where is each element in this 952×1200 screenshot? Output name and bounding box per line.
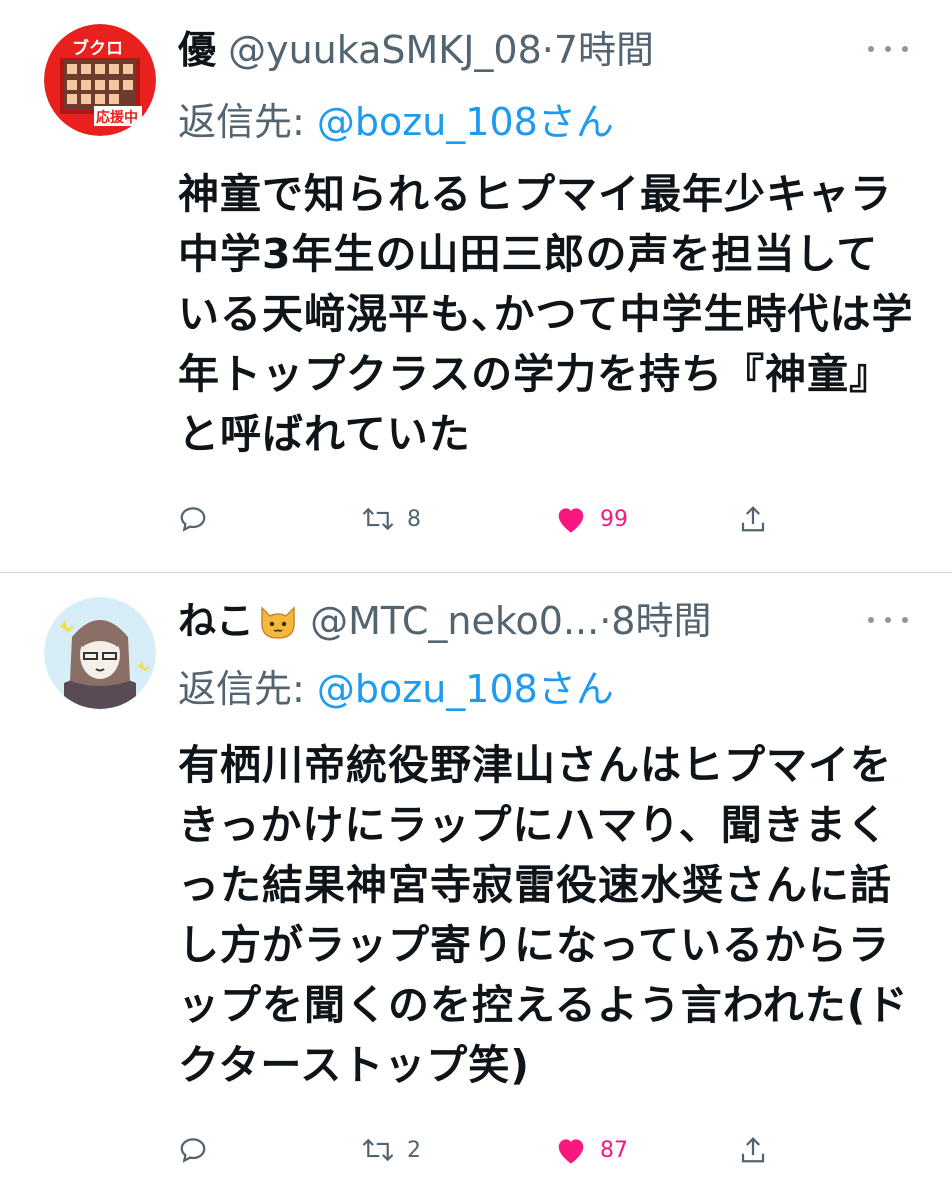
user-handle[interactable]: @MTC_neko0... (310, 599, 599, 643)
reply-context: 返信先: @bozu_108さん (178, 659, 614, 719)
reply-button[interactable] (178, 497, 208, 541)
heart-icon (558, 508, 584, 533)
timestamp[interactable]: 7時間 (554, 28, 654, 72)
retweet-icon (362, 507, 394, 531)
display-name[interactable]: 優 (178, 28, 216, 72)
tweet-text: 神童で知られるヒプマイ最年少キャラ中学3年生の山田三郎の声を担当している天﨑滉平… (178, 170, 914, 458)
timestamp[interactable]: 8時間 (611, 599, 711, 643)
more-icon[interactable] (868, 34, 908, 64)
retweet-button[interactable]: 8 (361, 497, 421, 541)
reply-icon (180, 507, 206, 532)
tweet-text: 有栖川帝統役野津山さんはヒプマイをきっかけにラップにハマり、聞きまくった結果神宮… (178, 741, 909, 1089)
share-button[interactable] (738, 1128, 768, 1172)
tweet-1[interactable]: ブクロ 応援中 優 @yuukaSMKJ_08·7時間 返信先: @bozu_1… (0, 0, 952, 572)
retweet-count: 8 (407, 506, 421, 532)
like-button[interactable]: 99 (554, 497, 628, 541)
share-icon (741, 1137, 765, 1163)
avatar[interactable]: ブクロ 応援中 (44, 24, 156, 136)
reply-prefix: 返信先: (178, 100, 317, 144)
reply-icon (180, 1138, 206, 1163)
reply-mention-link[interactable]: @bozu_108さん (317, 100, 614, 144)
tweet-header: 優 @yuukaSMKJ_08·7時間 (178, 22, 892, 78)
separator-dot: · (541, 28, 554, 72)
reply-context: 返信先: @bozu_108さん (178, 92, 614, 152)
reply-mention-link[interactable]: @bozu_108さん (317, 667, 614, 711)
like-button[interactable]: 87 (554, 1128, 628, 1172)
like-count: 87 (600, 1137, 628, 1163)
avatar[interactable] (44, 597, 156, 709)
tweet-actions: 2 87 (178, 1128, 918, 1172)
like-count: 99 (600, 506, 628, 532)
reply-button[interactable] (178, 1128, 208, 1172)
share-icon (741, 506, 765, 532)
reply-prefix: 返信先: (178, 667, 317, 711)
user-handle[interactable]: @yuukaSMKJ_08 (228, 28, 542, 72)
display-name[interactable]: ねこ (178, 599, 254, 643)
retweet-icon (362, 1138, 394, 1162)
cat-emoji (258, 599, 298, 649)
tweet-2[interactable]: ねこ @MTC_neko0...·8時間 返信先: @bozu_108さん 有栖… (0, 573, 952, 1200)
tweet-actions: 8 99 (178, 497, 918, 541)
separator-dot: · (599, 599, 612, 643)
share-button[interactable] (738, 497, 768, 541)
retweet-button[interactable]: 2 (361, 1128, 421, 1172)
heart-icon (558, 1139, 584, 1164)
avatar-badge-bottom: 応援中 (96, 110, 138, 126)
retweet-count: 2 (407, 1137, 421, 1163)
avatar-badge-top: ブクロ (72, 39, 123, 59)
more-icon[interactable] (868, 605, 908, 635)
tweet-header: ねこ @MTC_neko0...·8時間 (178, 593, 892, 649)
